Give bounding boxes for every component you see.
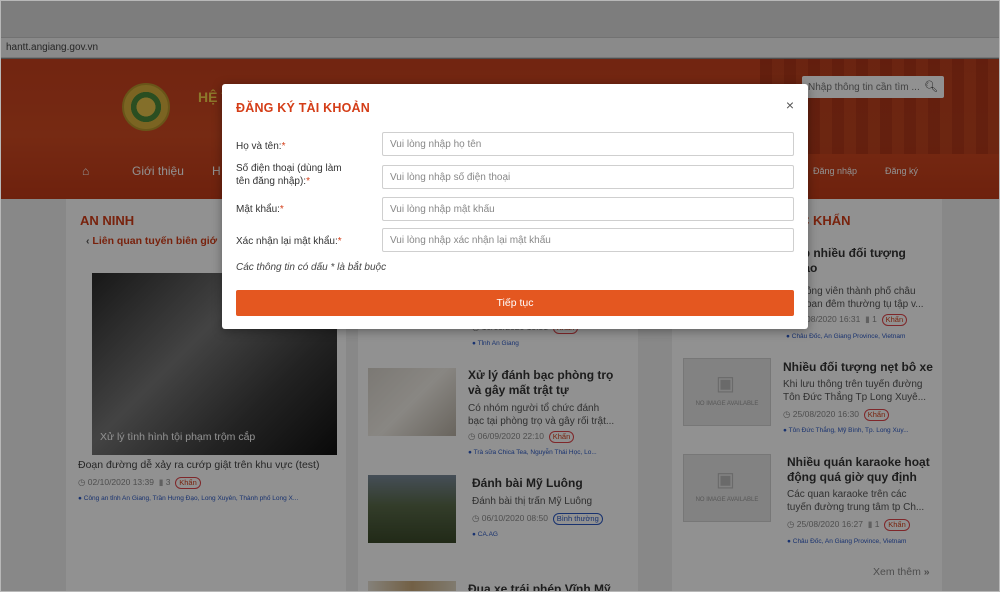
phone-field[interactable] (382, 165, 794, 189)
required-mark: * (306, 176, 310, 187)
password-field[interactable] (382, 197, 794, 221)
full-name-field[interactable] (382, 132, 794, 156)
password-label-text: Mật khẩu: (236, 204, 280, 215)
confirm-password-label: Xác nhận lại mật khẩu:* (236, 235, 342, 248)
required-note: Các thông tin có dấu * là bắt buộc (236, 262, 387, 273)
required-mark: * (281, 141, 286, 152)
close-icon[interactable]: × (786, 97, 794, 113)
required-mark: * (337, 236, 342, 247)
confirm-password-field[interactable] (382, 228, 794, 252)
phone-label-line: Số điện thoại (dùng làm (236, 163, 342, 174)
confirm-password-label-text: Xác nhận lại mật khẩu: (236, 236, 338, 247)
phone-label-text: tên đăng nhập): (236, 176, 307, 187)
full-name-label: Họ và tên:* (236, 140, 286, 153)
modal-title: ĐĂNG KÝ TÀI KHOẢN (236, 101, 370, 115)
phone-label-line-2: tên đăng nhập):* (236, 175, 342, 188)
phone-label: Số điện thoại (dùng làm tên đăng nhập):* (236, 162, 342, 188)
password-label: Mật khẩu:* (236, 203, 284, 216)
continue-button[interactable]: Tiếp tục (236, 290, 794, 316)
full-name-label-text: Họ và tên: (236, 141, 282, 152)
required-mark: * (279, 204, 284, 215)
register-modal: ĐĂNG KÝ TÀI KHOẢN × Họ và tên:* Số điện … (222, 84, 808, 329)
